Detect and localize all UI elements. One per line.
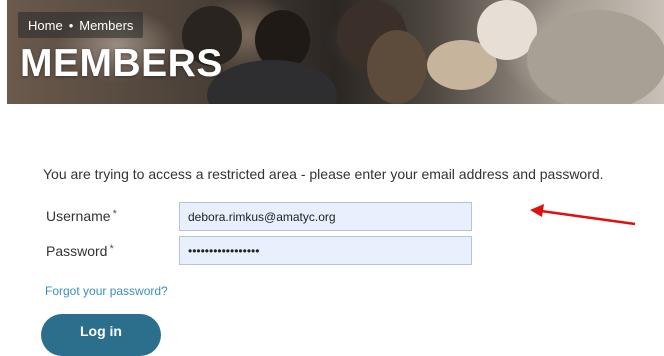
hero-photo-person [367, 30, 427, 104]
hero-photo-person [207, 60, 337, 104]
hero-banner: Home • Members MEMBERS [7, 0, 664, 104]
password-label: Password * [46, 243, 114, 259]
password-label-text: Password [46, 243, 108, 259]
page-title: MEMBERS [20, 42, 223, 85]
required-mark: * [109, 243, 114, 255]
annotation-arrow-icon [530, 204, 636, 226]
username-label: Username * [46, 208, 117, 224]
breadcrumb-separator: • [68, 17, 74, 33]
annotation-arrow-head [530, 204, 544, 217]
username-label-text: Username [46, 208, 111, 224]
forgot-password-link[interactable]: Forgot your password? [45, 284, 168, 298]
annotation-arrow-shaft [540, 209, 636, 226]
breadcrumb-current: Members [79, 17, 134, 33]
breadcrumb-home-link[interactable]: Home [28, 18, 63, 33]
username-field[interactable] [179, 202, 472, 231]
hero-photo-person [527, 10, 664, 104]
restricted-notice: You are trying to access a restricted ar… [43, 166, 604, 182]
breadcrumb: Home • Members [18, 12, 144, 38]
required-mark: * [112, 208, 117, 220]
password-field[interactable] [179, 236, 472, 265]
